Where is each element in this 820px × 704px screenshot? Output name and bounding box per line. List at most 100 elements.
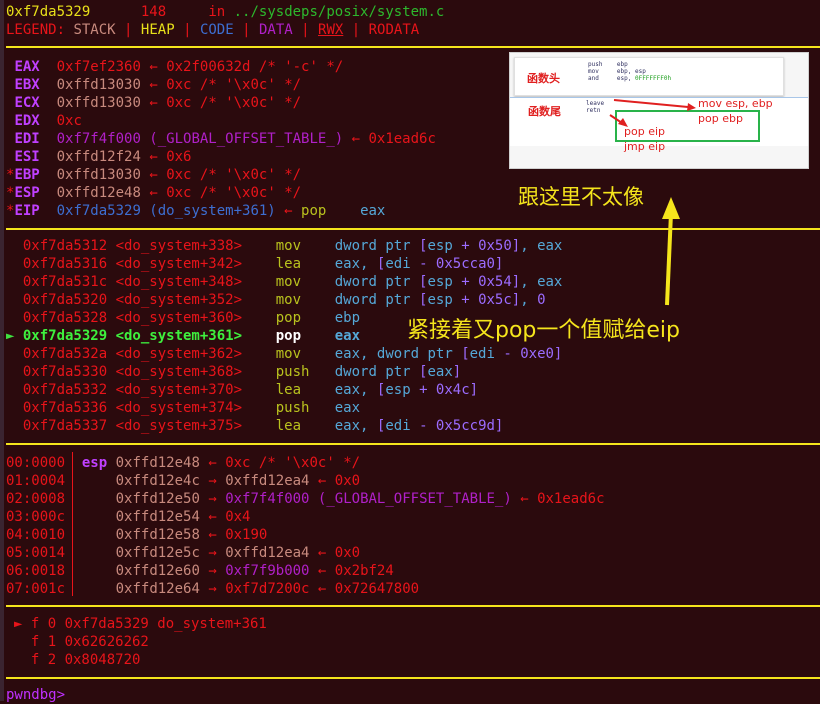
- stack-index: 06:0018: [6, 563, 66, 579]
- register-row: *EIP 0xf7da5329 (do_system+361) ← pop ea…: [6, 202, 385, 220]
- arrow-icon: ←: [140, 167, 167, 183]
- stack-chain-value: →: [208, 491, 226, 507]
- stack-chain-value: ← 0x1ead6c: [511, 491, 605, 507]
- instruction-operand: eax,: [334, 418, 377, 434]
- stack-row: 05:0014 0xffd12e5c → 0xffd12ea4 ← 0x0: [6, 544, 360, 562]
- source-in: in: [208, 4, 226, 20]
- legend-sep: |: [124, 22, 133, 38]
- legend-rwx: RWX: [318, 22, 344, 38]
- arrow-icon: ←: [343, 131, 369, 147]
- stack-index: 03:000c: [6, 509, 66, 525]
- disasm-row: 0xf7da531c <do_system+348> mov dword ptr…: [6, 273, 563, 291]
- instruction-operand: eax, dword ptr: [334, 346, 462, 362]
- instruction-operand: ,: [520, 292, 538, 308]
- instruction-address: 0xf7da5316 <do_system+342>: [22, 256, 243, 272]
- section-separator: [6, 605, 820, 607]
- register-name: ECX: [14, 95, 40, 111]
- stack-chain-value: → 0xf7d7200c ← 0x72647800: [208, 581, 420, 597]
- register-deref: 0x6: [166, 149, 192, 165]
- register-value: 0xf7f4f000 (_GLOBAL_OFFSET_TABLE_): [56, 131, 344, 147]
- instruction-operand: eax: [334, 400, 361, 416]
- instruction-address: 0xf7da5332 <do_system+370>: [22, 382, 243, 398]
- stack-row: 07:001c 0xffd12e64 → 0xf7d7200c ← 0x7264…: [6, 580, 419, 598]
- stack-address: 0xffd12e50: [115, 491, 200, 507]
- instruction-operand: eax,: [334, 256, 377, 272]
- stack-chain-value: ← 0x0: [309, 545, 361, 561]
- instruction-operand: esp: [385, 382, 411, 398]
- instruction-operand: ebp: [334, 310, 361, 326]
- instruction-address: 0xf7da5312 <do_system+338>: [22, 238, 243, 254]
- source-path: ../sysdeps/posix/system.c: [233, 4, 445, 20]
- instruction-operand: + 0x4c]: [410, 382, 479, 398]
- annotation-pop-to-eip: 紧接着又pop一个值赋给eip: [407, 318, 681, 343]
- arrow-icon: ←: [140, 59, 167, 75]
- stack-index: 01:0004: [6, 473, 66, 489]
- register-deref: 0x1ead6c: [368, 131, 436, 147]
- register-row: ESI 0xffd12f24 ← 0x6: [6, 148, 191, 166]
- legend-label: LEGEND:: [6, 22, 66, 38]
- stack-chain-value: ← 0x190: [208, 527, 268, 543]
- disasm-row: 0xf7da5316 <do_system+342> lea eax, [edi…: [6, 255, 504, 273]
- instruction-op: pop: [301, 203, 327, 219]
- legend-rodata: RODATA: [368, 22, 420, 38]
- current-frame-marker-icon: ►: [14, 616, 31, 632]
- stack-register-label: [82, 581, 107, 597]
- disasm-row: 0xf7da5320 <do_system+352> mov dword ptr…: [6, 291, 546, 309]
- disasm-row: 0xf7da5330 <do_system+368> push dword pt…: [6, 363, 461, 381]
- instruction-operand: edi: [385, 256, 411, 272]
- register-name: EBP: [14, 167, 40, 183]
- backtrace-frame[interactable]: f 2 0x8048720: [14, 651, 141, 669]
- stack-row: 00:0000 esp 0xffd12e48 ← 0xc /* '\x0c' *…: [6, 454, 360, 472]
- instruction-op: push: [275, 400, 335, 416]
- stack-address: 0xffd12e5c: [115, 545, 200, 561]
- register-value: 0xffd13030: [56, 95, 141, 111]
- register-row: ECX 0xffd13030 ← 0xc /* '\x0c' */: [6, 94, 301, 112]
- stack-index: 02:0008: [6, 491, 66, 507]
- command-prompt[interactable]: pwndbg>: [6, 686, 65, 704]
- register-deref: 0x2f00632d /* '-c' */: [166, 59, 344, 75]
- yellow-arrow-head: [662, 197, 680, 219]
- register-deref: 0xc /* '\x0c' */: [166, 167, 302, 183]
- annotation-jmp-eip: jmp eip: [624, 140, 666, 153]
- yellow-arrow-shaft: [665, 212, 673, 306]
- instruction-operand: - 0x5cca0]: [410, 256, 504, 272]
- instruction-operand: dword ptr: [334, 274, 420, 290]
- instruction-operand: dword ptr: [334, 292, 420, 308]
- legend-stack: STACK: [73, 22, 116, 38]
- arrow-icon: ←: [140, 185, 167, 201]
- frame-text: f 1 0x62626262: [30, 634, 149, 650]
- instruction-address: 0xf7da5330 <do_system+368>: [22, 364, 243, 380]
- yellow-arrow: [662, 197, 680, 306]
- stack-chain-value: →: [208, 563, 226, 579]
- instruction-operand: + 0x5c]: [452, 292, 521, 308]
- terminal-window[interactable]: 0xf7da5329 148 in ../sysdeps/posix/syste…: [0, 0, 820, 704]
- instruction-op: lea: [275, 418, 335, 434]
- disasm-row: 0xf7da5328 <do_system+360> pop ebp: [6, 309, 360, 327]
- section-separator: [6, 443, 820, 445]
- register-row: *ESP 0xffd12e48 ← 0xc /* '\x0c' */: [6, 184, 301, 202]
- stack-index: 00:0000: [6, 455, 66, 471]
- instruction-operand: + 0x50]: [452, 238, 521, 254]
- instruction-operand: + 0x54]: [452, 274, 521, 290]
- source-address: 0xf7da5329: [6, 4, 91, 20]
- stack-chain-value: ← 0x4: [208, 509, 251, 525]
- stack-row: 02:0008 0xffd12e50 → 0xf7f4f000 (_GLOBAL…: [6, 490, 605, 508]
- legend: LEGEND: STACK | HEAP | CODE | DATA | RWX…: [6, 21, 419, 39]
- stack-chain-value: →: [208, 545, 226, 561]
- register-value: 0xffd12e48: [56, 185, 141, 201]
- instruction-op: mov: [275, 274, 335, 290]
- stack-address: 0xffd12e4c: [115, 473, 200, 489]
- instruction-op: mov: [275, 346, 335, 362]
- stack-address: 0xffd12e64: [115, 581, 200, 597]
- instruction-operand: eax,: [334, 382, 377, 398]
- register-name: ESI: [14, 149, 40, 165]
- section-separator: [6, 228, 820, 230]
- instruction-operand: edi: [385, 418, 411, 434]
- backtrace-frame[interactable]: ► f 0 0xf7da5329 do_system+361: [14, 615, 267, 633]
- instruction-op: pop: [275, 310, 335, 326]
- legend-heap: HEAP: [140, 22, 175, 38]
- backtrace-frame[interactable]: f 1 0x62626262: [14, 633, 149, 651]
- leave-arrow: [613, 99, 689, 108]
- stack-row: 04:0010 0xffd12e58 ← 0x190: [6, 526, 267, 544]
- disasm-row: 0xf7da5337 <do_system+375> lea eax, [edi…: [6, 417, 504, 435]
